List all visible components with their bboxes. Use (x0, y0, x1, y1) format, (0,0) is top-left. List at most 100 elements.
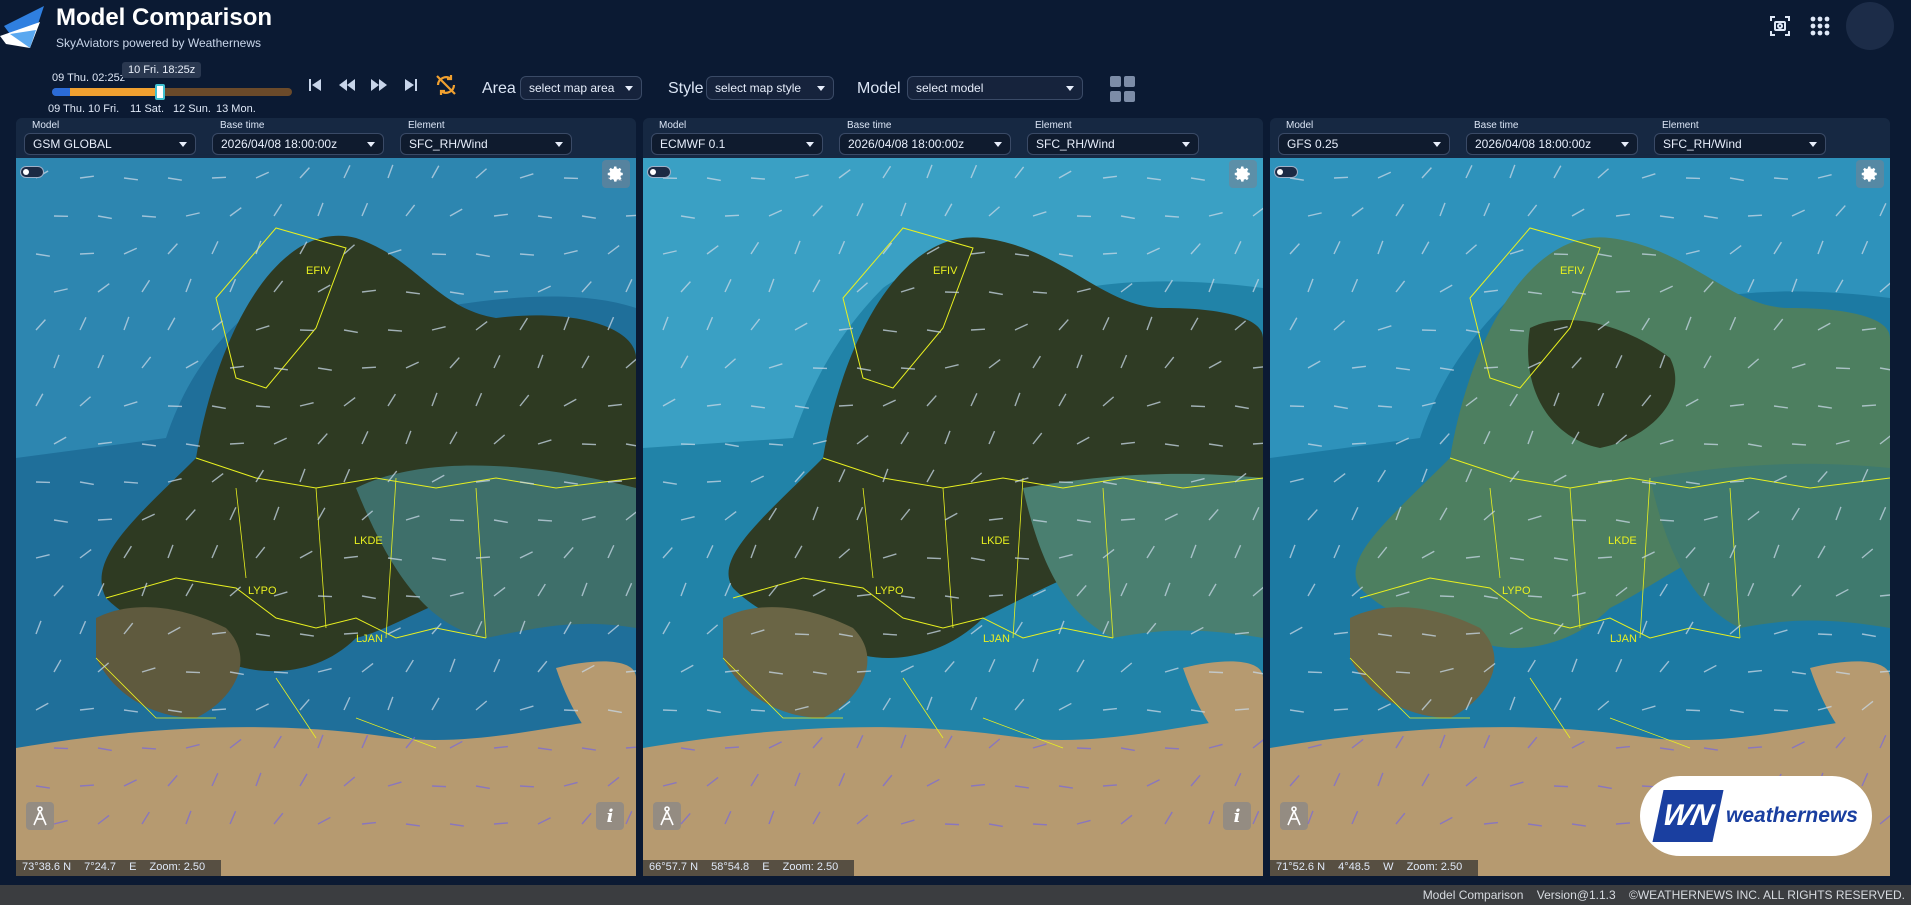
chevron-down-icon (625, 86, 633, 91)
weathernews-mark: WN (1652, 790, 1724, 842)
model-panel-gfs: Model GFS 0.25 Base time 2026/04/08 18:0… (1270, 118, 1890, 876)
panel-base-label: Base time (220, 120, 265, 131)
panel-base-label: Base time (847, 120, 892, 131)
timeline-day-label: 12 Sun. (173, 103, 211, 115)
screenshot-icon[interactable] (1766, 12, 1794, 40)
fast-forward-icon[interactable] (368, 74, 390, 96)
gear-icon[interactable] (602, 160, 630, 188)
area-select[interactable]: select map area (520, 76, 642, 100)
compass-icon[interactable] (26, 802, 54, 830)
wind-barb (229, 442, 245, 445)
panel-element-field: Element SFC_RH/Wind (1646, 120, 1826, 155)
style-select-value: select map style (715, 81, 802, 95)
panel-header: Model GSM GLOBAL Base time 2026/04/08 18… (16, 118, 636, 158)
wind-barb (662, 709, 678, 712)
panel-base-field: Base time 2026/04/08 18:00:00z (831, 120, 1011, 155)
skip-end-icon[interactable] (400, 74, 422, 96)
wind-barb (970, 328, 986, 331)
zoom-level: Zoom: 2.50 (1406, 861, 1463, 873)
compass-icon[interactable] (653, 802, 681, 830)
chevron-down-icon (1433, 142, 1441, 147)
panel-base-select[interactable]: 2026/04/08 18:00:00z (1466, 133, 1638, 155)
apps-grid-icon[interactable] (1806, 12, 1834, 40)
panel-header: Model GFS 0.25 Base time 2026/04/08 18:0… (1270, 118, 1890, 158)
overlay-toggle[interactable] (647, 166, 671, 178)
style-select[interactable]: select map style (706, 76, 834, 100)
rewind-icon[interactable] (336, 74, 358, 96)
wind-barb (211, 176, 227, 179)
panel-element-select[interactable]: SFC_RH/Wind (1027, 133, 1199, 155)
gear-icon[interactable] (1229, 160, 1257, 188)
compass-icon[interactable] (1280, 802, 1308, 830)
model-label: Model (857, 80, 901, 97)
panel-element-select[interactable]: SFC_RH/Wind (400, 133, 572, 155)
wind-barb (1597, 556, 1613, 559)
wind-barb (1351, 442, 1367, 445)
station-label: LYPO (1502, 585, 1531, 597)
footer-app-name: Model Comparison (1422, 888, 1524, 902)
panel-model-select[interactable]: GSM GLOBAL (24, 133, 196, 155)
skip-start-icon[interactable] (304, 74, 326, 96)
footer-text: Model Comparison Version@1.1.3 ©WEATHERN… (1413, 888, 1905, 902)
overlay-toggle[interactable] (1274, 166, 1298, 178)
overlay-toggle[interactable] (20, 166, 44, 178)
zoom-level: Zoom: 2.50 (782, 861, 839, 873)
station-label: EFIV (933, 265, 958, 277)
weather-map[interactable]: EFIV LKDE LYPO LJAN 71°52.6 N 4°48.5 W Zoom… (1270, 158, 1890, 876)
panel-model-value: GFS 0.25 (1287, 137, 1339, 151)
info-icon[interactable]: i (596, 802, 624, 830)
area-select-value: select map area (529, 81, 615, 95)
chevron-down-icon (994, 142, 1002, 147)
wind-barb (926, 557, 942, 560)
timeline-current-time: 09 Thu. 02:25z (52, 72, 126, 84)
avatar[interactable] (1846, 2, 1894, 50)
gear-icon[interactable] (1856, 160, 1884, 188)
panel-model-field: Model GFS 0.25 (1270, 120, 1450, 155)
timeline-handle[interactable] (155, 84, 165, 100)
wind-barb (1120, 518, 1136, 521)
coord-lon: 7°24.7 (84, 861, 117, 873)
panel-model-label: Model (659, 120, 687, 131)
wind-barb (838, 404, 854, 407)
wind-barb (794, 633, 810, 636)
model-select[interactable]: select model (907, 76, 1083, 100)
panel-element-field: Element SFC_RH/Wind (392, 120, 572, 155)
layout-grid-icon[interactable] (1110, 76, 1136, 102)
panel-element-label: Element (408, 120, 445, 131)
wind-barb (1395, 671, 1411, 674)
timeline-track[interactable] (52, 88, 292, 96)
wind-barb (1703, 443, 1719, 446)
chevron-down-icon (179, 142, 187, 147)
panel-element-select[interactable]: SFC_RH/Wind (1654, 133, 1826, 155)
wind-barb (625, 214, 636, 217)
timeline-day-label: 13 Mon. (216, 103, 256, 115)
panel-model-value: ECMWF 0.1 (660, 137, 726, 151)
chevron-down-icon (1066, 86, 1074, 91)
panel-model-select[interactable]: GFS 0.25 (1278, 133, 1450, 155)
sync-off-icon[interactable] (432, 71, 460, 99)
station-label: EFIV (306, 265, 331, 277)
station-label: LKDE (1608, 535, 1637, 547)
station-label: LJAN (1610, 633, 1637, 645)
wind-barb (581, 443, 597, 446)
coord-lat: 66°57.7 N (649, 861, 699, 873)
wind-barb (53, 747, 69, 750)
map-coordinates: 73°38.6 N 7°24.7 E Zoom: 2.50 (16, 860, 222, 876)
wind-barb (882, 633, 898, 636)
chevron-down-icon (1182, 142, 1190, 147)
panel-base-select[interactable]: 2026/04/08 18:00:00z (212, 133, 384, 155)
timeline-past-fill (52, 88, 70, 96)
panel-model-select[interactable]: ECMWF 0.1 (651, 133, 823, 155)
map-canvas: EFIV LKDE LYPO LJAN (16, 158, 636, 876)
app-logo-icon[interactable] (0, 4, 48, 50)
info-icon[interactable]: i (1223, 802, 1251, 830)
page-title: Model Comparison (56, 4, 273, 31)
weather-map[interactable]: EFIV LKDE LYPO LJAN i 73°38.6 N 7°24.7 E Zo… (16, 158, 636, 876)
model-select-value: select model (916, 81, 984, 95)
weather-map[interactable]: EFIV LKDE LYPO LJAN i 66°57.7 N 58°54.8 E Z… (643, 158, 1263, 876)
panel-base-select[interactable]: 2026/04/08 18:00:00z (839, 133, 1011, 155)
wind-barb (1190, 405, 1206, 408)
timeline[interactable]: 09 Thu. 02:25z 10 Fri. 18:25z 09 Thu. 10… (48, 60, 308, 120)
wind-barb (750, 709, 766, 712)
wind-barb (1861, 404, 1877, 407)
